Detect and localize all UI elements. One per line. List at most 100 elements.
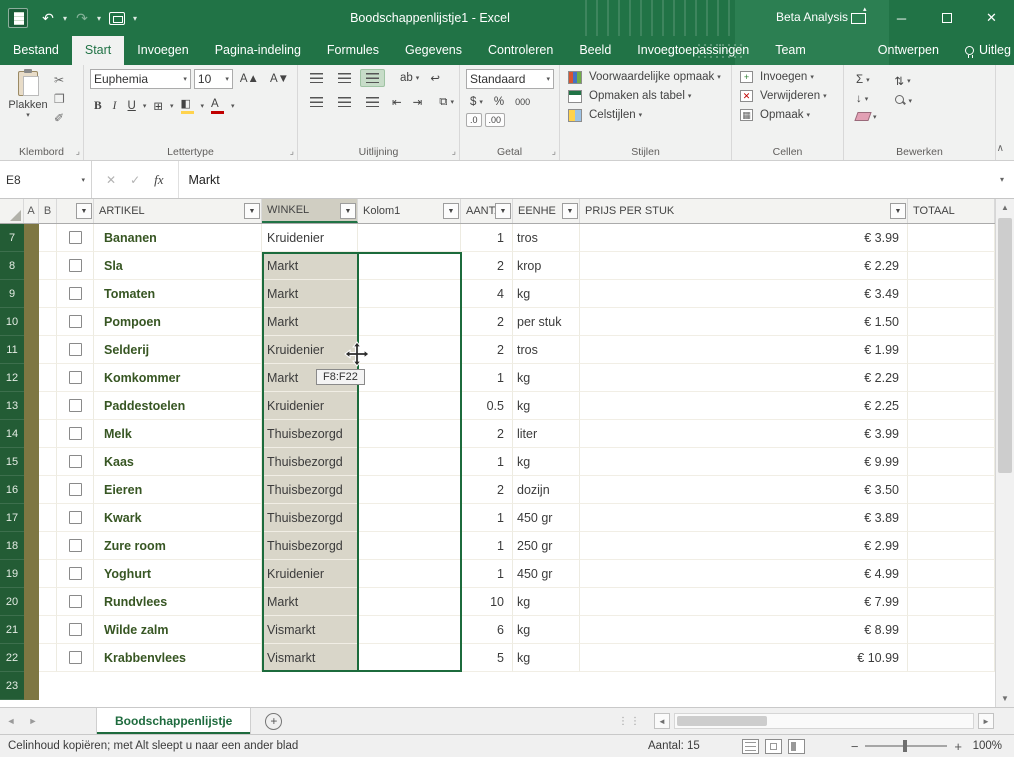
cell-totaal[interactable] bbox=[908, 644, 995, 672]
align-right-icon[interactable] bbox=[360, 93, 385, 111]
borders-icon[interactable]: ⊞ bbox=[149, 97, 167, 115]
cell-aantal[interactable]: 2 bbox=[461, 308, 513, 336]
ribbon-tab-ontwerpen[interactable]: Ontwerpen bbox=[865, 36, 952, 65]
cell-styles-button[interactable]: Celstijlen▾ bbox=[585, 107, 646, 123]
cell-eenheid[interactable]: per stuk bbox=[513, 308, 580, 336]
clear-button[interactable]: ▾ bbox=[852, 110, 881, 123]
cell-kolom1[interactable] bbox=[358, 280, 461, 308]
cell-b[interactable] bbox=[39, 616, 57, 644]
row-number[interactable]: 22 bbox=[0, 644, 24, 672]
row-number[interactable]: 13 bbox=[0, 392, 24, 420]
cell-b[interactable] bbox=[39, 588, 57, 616]
cell-winkel[interactable]: Vismarkt bbox=[262, 644, 358, 672]
hscroll-left-icon[interactable]: ◄ bbox=[654, 713, 670, 729]
ribbon-tab-bestand[interactable]: Bestand bbox=[0, 36, 72, 65]
cell-eenheid[interactable]: dozijn bbox=[513, 476, 580, 504]
column-a-strip[interactable] bbox=[24, 448, 39, 476]
cell-checkbox[interactable] bbox=[57, 588, 94, 616]
close-button[interactable]: ✕ bbox=[969, 0, 1014, 36]
cell-checkbox[interactable] bbox=[57, 420, 94, 448]
column-a-strip[interactable] bbox=[24, 672, 39, 700]
name-box-caret-icon[interactable]: ▾ bbox=[81, 176, 85, 184]
ribbon-tab-uitleg[interactable]: Uitleg bbox=[952, 36, 1014, 65]
cell-prijs[interactable]: € 2.25 bbox=[580, 392, 908, 420]
cell-checkbox[interactable] bbox=[57, 336, 94, 364]
filter-dropdown-icon[interactable]: ▼ bbox=[244, 203, 260, 219]
number-dialog-launcher-icon[interactable]: ⌟ bbox=[552, 146, 556, 157]
decrease-decimal-icon[interactable]: .00 bbox=[485, 113, 506, 127]
cell-totaal[interactable] bbox=[908, 280, 995, 308]
cell-winkel[interactable]: Thuisbezorgd bbox=[262, 420, 358, 448]
align-left-icon[interactable] bbox=[304, 93, 329, 111]
column-a-strip[interactable] bbox=[24, 224, 39, 252]
cell-checkbox[interactable] bbox=[57, 560, 94, 588]
checkbox[interactable] bbox=[69, 259, 82, 272]
format-as-table-button[interactable]: Opmaken als tabel▾ bbox=[585, 88, 695, 104]
cell-artikel[interactable]: Kwark bbox=[94, 504, 262, 532]
tabbar-splitter-icon[interactable]: ⋮⋮ bbox=[618, 716, 642, 727]
checkbox[interactable] bbox=[69, 567, 82, 580]
cell-prijs[interactable]: € 8.99 bbox=[580, 616, 908, 644]
cell-eenheid[interactable]: krop bbox=[513, 252, 580, 280]
number-format-combo[interactable]: Standaard ▾ bbox=[466, 69, 554, 89]
cut-icon[interactable]: ✂ bbox=[54, 72, 65, 88]
cell-checkbox[interactable] bbox=[57, 616, 94, 644]
header-artikel[interactable]: ARTIKEL▼ bbox=[94, 199, 262, 223]
row-number[interactable]: 20 bbox=[0, 588, 24, 616]
cell-prijs[interactable]: € 3.50 bbox=[580, 476, 908, 504]
zoom-slider[interactable] bbox=[865, 745, 947, 747]
cell-kolom1[interactable] bbox=[358, 336, 461, 364]
zoom-slider-thumb[interactable] bbox=[903, 740, 907, 752]
fill-color-icon[interactable]: ◧ bbox=[177, 95, 198, 116]
column-a-strip[interactable] bbox=[24, 364, 39, 392]
enter-entry-icon[interactable]: ✓ bbox=[130, 173, 140, 187]
cell-aantal[interactable]: 2 bbox=[461, 252, 513, 280]
underline-dropdown-icon[interactable]: ▾ bbox=[143, 102, 147, 110]
scroll-up-icon[interactable]: ▲ bbox=[996, 199, 1014, 216]
align-middle-icon[interactable] bbox=[332, 69, 357, 87]
checkbox[interactable] bbox=[69, 315, 82, 328]
cell-eenheid[interactable]: 250 gr bbox=[513, 532, 580, 560]
cell-prijs[interactable]: € 3.99 bbox=[580, 224, 908, 252]
align-bottom-icon[interactable] bbox=[360, 69, 385, 87]
redo-dropdown-icon[interactable]: ▾ bbox=[94, 14, 104, 23]
filter-dropdown-icon[interactable]: ▼ bbox=[562, 203, 578, 219]
cell-artikel[interactable]: Komkommer bbox=[94, 364, 262, 392]
cell-winkel[interactable]: Markt bbox=[262, 588, 358, 616]
row-number[interactable]: 9 bbox=[0, 280, 24, 308]
cell-artikel[interactable]: Melk bbox=[94, 420, 262, 448]
cell-prijs[interactable]: € 3.49 bbox=[580, 280, 908, 308]
cell-eenheid[interactable] bbox=[513, 672, 580, 700]
row-number[interactable]: 16 bbox=[0, 476, 24, 504]
cell-totaal[interactable] bbox=[908, 252, 995, 280]
column-a-strip[interactable] bbox=[24, 504, 39, 532]
cell-prijs[interactable]: € 2.29 bbox=[580, 252, 908, 280]
expand-formula-bar-icon[interactable]: ▾ bbox=[990, 161, 1014, 198]
cell-checkbox[interactable] bbox=[57, 224, 94, 252]
horizontal-scrollbar[interactable] bbox=[674, 713, 974, 729]
paste-button[interactable]: Plakken ▾ bbox=[6, 69, 50, 144]
filter-dropdown-icon[interactable]: ▼ bbox=[340, 203, 356, 219]
cell-artikel[interactable]: Rundvlees bbox=[94, 588, 262, 616]
cell-winkel[interactable]: Thuisbezorgd bbox=[262, 476, 358, 504]
font-color-dropdown-icon[interactable]: ▾ bbox=[231, 102, 235, 110]
borders-dropdown-icon[interactable]: ▾ bbox=[170, 102, 174, 110]
cell-aantal[interactable]: 5 bbox=[461, 644, 513, 672]
row-number[interactable]: 19 bbox=[0, 560, 24, 588]
cell-artikel[interactable]: Eieren bbox=[94, 476, 262, 504]
column-a-strip[interactable] bbox=[24, 392, 39, 420]
row-number[interactable]: 14 bbox=[0, 420, 24, 448]
increase-font-icon[interactable]: A▲ bbox=[236, 71, 263, 87]
cell-artikel[interactable]: Pompoen bbox=[94, 308, 262, 336]
zoom-out-icon[interactable]: − bbox=[851, 739, 859, 754]
checkbox[interactable] bbox=[69, 231, 82, 244]
cell-b[interactable] bbox=[39, 532, 57, 560]
currency-icon[interactable]: $▾ bbox=[466, 94, 487, 110]
increase-decimal-icon[interactable]: .0 bbox=[466, 113, 482, 127]
align-center-icon[interactable] bbox=[332, 93, 357, 111]
cell-totaal[interactable] bbox=[908, 420, 995, 448]
cell-checkbox[interactable] bbox=[57, 280, 94, 308]
cell-b[interactable] bbox=[39, 420, 57, 448]
column-letter-b[interactable]: B bbox=[39, 199, 57, 223]
delete-cells-button[interactable]: Verwijderen▾ bbox=[756, 88, 831, 104]
